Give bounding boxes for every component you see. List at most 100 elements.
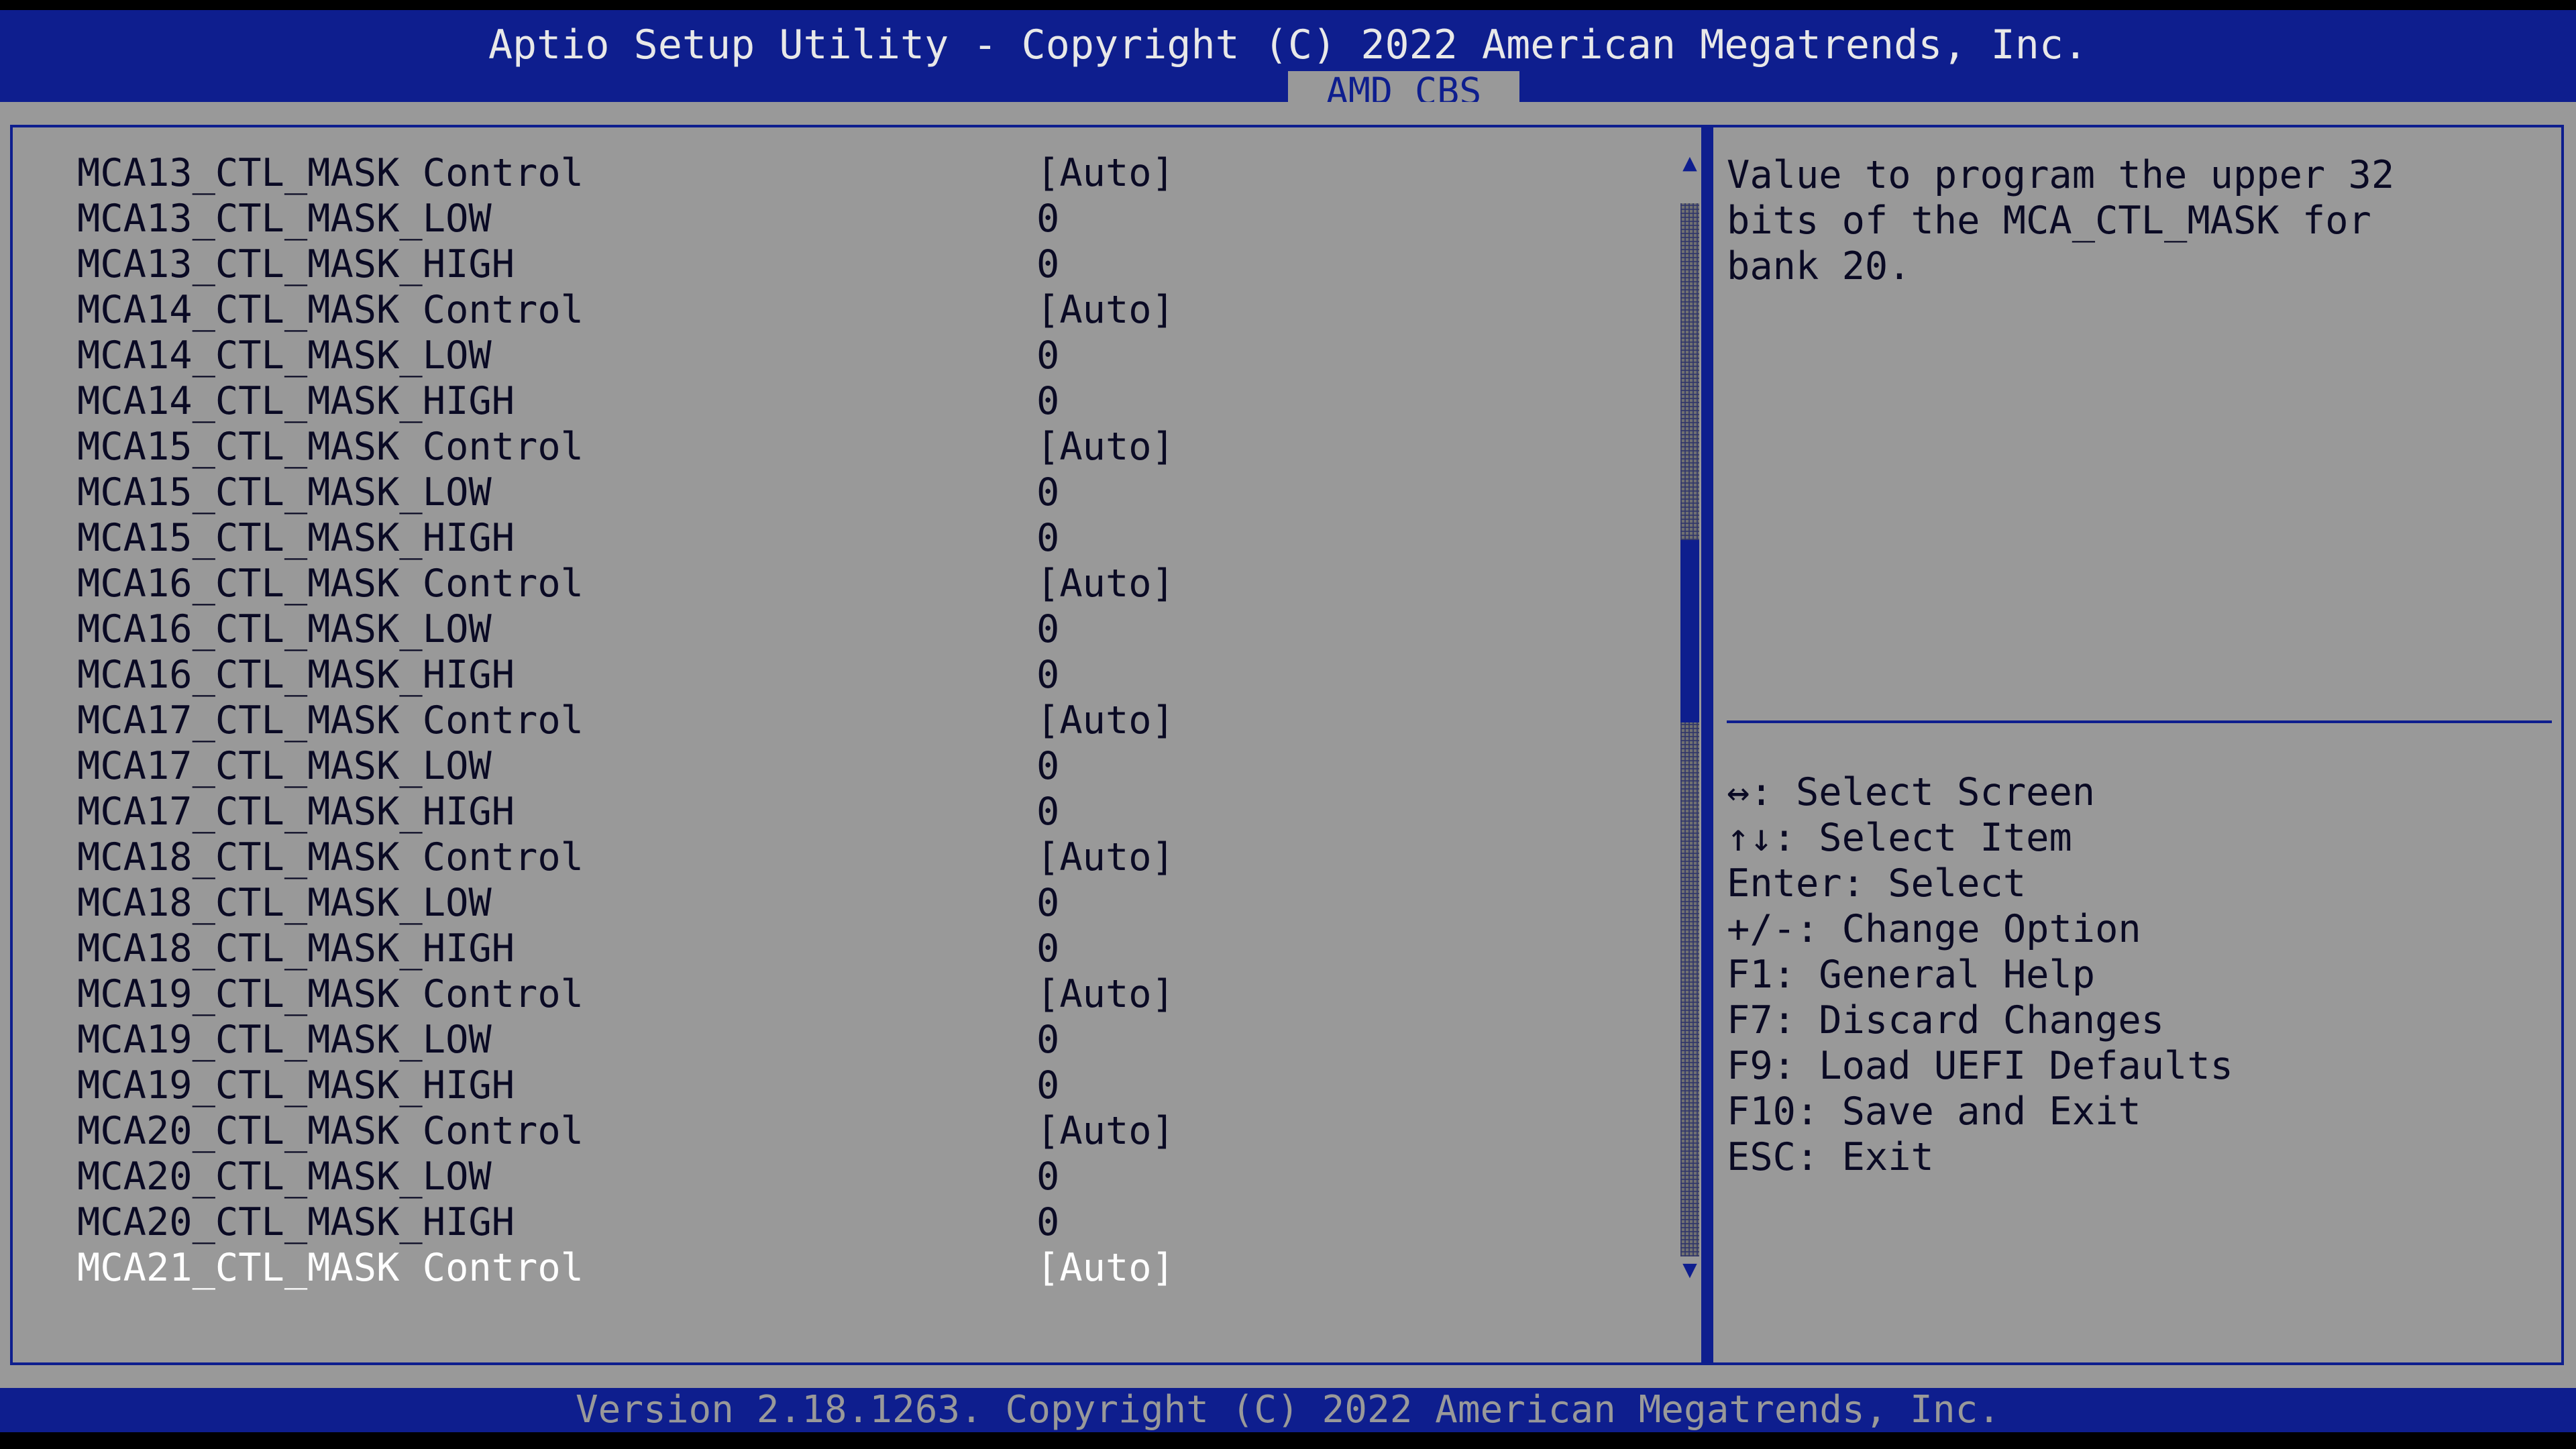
setting-label: MCA16_CTL_MASK_LOW bbox=[77, 607, 492, 651]
setting-label: MCA21_CTL_MASK Control bbox=[77, 1246, 584, 1290]
setting-row[interactable]: MCA16_CTL_MASK Control [Auto] bbox=[13, 561, 1650, 606]
key-action: Select Screen bbox=[1795, 770, 2096, 814]
key-hint: F10: Save and Exit bbox=[1727, 1089, 2545, 1134]
setting-row[interactable]: MCA15_CTL_MASK Control [Auto] bbox=[13, 424, 1650, 470]
setting-label: MCA16_CTL_MASK Control bbox=[77, 561, 584, 606]
setting-row[interactable]: MCA18_CTL_MASK Control [Auto] bbox=[13, 835, 1650, 880]
help-description: Value to program the upper 32 bits of th… bbox=[1727, 153, 2395, 288]
setting-value[interactable]: 0 bbox=[1036, 789, 1059, 835]
setting-value[interactable]: [Auto] bbox=[1036, 971, 1175, 1017]
key-hint: ↔: Select Screen bbox=[1727, 769, 2545, 815]
key-action: Select bbox=[1888, 861, 2027, 906]
setting-value[interactable]: [Auto] bbox=[1036, 835, 1175, 880]
setting-label: MCA18_CTL_MASK_HIGH bbox=[77, 926, 515, 971]
title-bar: Aptio Setup Utility - Copyright (C) 2022… bbox=[0, 10, 2576, 112]
setting-value[interactable]: 0 bbox=[1036, 880, 1059, 926]
scroll-track[interactable] bbox=[1680, 203, 1699, 1256]
setting-value[interactable]: 0 bbox=[1036, 241, 1059, 287]
setting-value[interactable]: 0 bbox=[1036, 652, 1059, 698]
setting-value[interactable]: 0 bbox=[1036, 926, 1059, 971]
key-action: Load UEFI Defaults bbox=[1819, 1044, 2233, 1088]
key-hint: ↑↓: Select Item bbox=[1727, 815, 2545, 861]
setting-row[interactable]: MCA14_CTL_MASK Control [Auto] bbox=[13, 287, 1650, 333]
setting-row[interactable]: MCA19_CTL_MASK Control [Auto] bbox=[13, 971, 1650, 1017]
setting-label: MCA14_CTL_MASK_HIGH bbox=[77, 379, 515, 423]
setting-label: MCA20_CTL_MASK_HIGH bbox=[77, 1200, 515, 1244]
setting-row[interactable]: MCA16_CTL_MASK_HIGH 0 bbox=[13, 652, 1650, 698]
setting-label: MCA16_CTL_MASK_HIGH bbox=[77, 653, 515, 697]
app-title: Aptio Setup Utility - Copyright (C) 2022… bbox=[488, 21, 2088, 68]
setting-row[interactable]: MCA15_CTL_MASK_HIGH 0 bbox=[13, 515, 1650, 561]
key-action: Change Option bbox=[1841, 907, 2141, 951]
setting-row[interactable]: MCA14_CTL_MASK_LOW 0 bbox=[13, 333, 1650, 378]
setting-value[interactable]: [Auto] bbox=[1036, 1245, 1175, 1291]
setting-row[interactable]: MCA19_CTL_MASK_LOW 0 bbox=[13, 1017, 1650, 1063]
setting-label: MCA19_CTL_MASK_HIGH bbox=[77, 1063, 515, 1108]
setting-value[interactable]: [Auto] bbox=[1036, 561, 1175, 606]
setting-row[interactable]: MCA17_CTL_MASK Control [Auto] bbox=[13, 698, 1650, 743]
setting-value[interactable]: [Auto] bbox=[1036, 287, 1175, 333]
key-action: Exit bbox=[1841, 1135, 1934, 1179]
setting-value[interactable]: [Auto] bbox=[1036, 150, 1175, 196]
key-legend: ↔: Select Screen ↑↓: Select Item Enter: Se… bbox=[1727, 769, 2545, 1180]
setting-label: MCA17_CTL_MASK_LOW bbox=[77, 744, 492, 788]
setting-value[interactable]: 0 bbox=[1036, 743, 1059, 789]
setting-label: MCA14_CTL_MASK Control bbox=[77, 288, 584, 332]
setting-value[interactable]: 0 bbox=[1036, 470, 1059, 515]
setting-value[interactable]: [Auto] bbox=[1036, 698, 1175, 743]
key-action: General Help bbox=[1819, 953, 2096, 997]
setting-row[interactable]: MCA13_CTL_MASK Control [Auto] bbox=[13, 150, 1650, 196]
setting-row[interactable]: MCA14_CTL_MASK_HIGH 0 bbox=[13, 378, 1650, 424]
setting-value[interactable]: [Auto] bbox=[1036, 424, 1175, 470]
arrow-down-icon[interactable]: ▼ bbox=[1674, 1256, 1705, 1283]
setting-row[interactable]: MCA20_CTL_MASK Control [Auto] bbox=[13, 1108, 1650, 1154]
setting-row[interactable]: MCA17_CTL_MASK_LOW 0 bbox=[13, 743, 1650, 789]
scroll-thumb[interactable] bbox=[1680, 540, 1699, 722]
setting-label: MCA19_CTL_MASK Control bbox=[77, 972, 584, 1016]
panel-divider bbox=[1704, 125, 1711, 1365]
setting-value[interactable]: 0 bbox=[1036, 515, 1059, 561]
setting-row[interactable]: MCA16_CTL_MASK_LOW 0 bbox=[13, 606, 1650, 652]
key-name: F10: bbox=[1727, 1089, 1819, 1134]
setting-row[interactable]: MCA21_CTL_MASK Control [Auto] bbox=[13, 1245, 1650, 1291]
key-name: F9: bbox=[1727, 1044, 1796, 1088]
setting-label: MCA15_CTL_MASK_LOW bbox=[77, 470, 492, 515]
setting-value[interactable]: 0 bbox=[1036, 1154, 1059, 1199]
setting-value[interactable]: 0 bbox=[1036, 606, 1059, 652]
setting-row[interactable]: MCA18_CTL_MASK_HIGH 0 bbox=[13, 926, 1650, 971]
setting-label: MCA15_CTL_MASK Control bbox=[77, 425, 584, 469]
setting-label: MCA13_CTL_MASK_HIGH bbox=[77, 242, 515, 286]
setting-label: MCA17_CTL_MASK_HIGH bbox=[77, 790, 515, 834]
setting-row[interactable]: MCA13_CTL_MASK_LOW 0 bbox=[13, 196, 1650, 241]
setting-value[interactable]: 0 bbox=[1036, 196, 1059, 241]
setting-label: MCA17_CTL_MASK Control bbox=[77, 698, 584, 743]
key-hint: +/-: Change Option bbox=[1727, 906, 2545, 952]
key-hint: ESC: Exit bbox=[1727, 1134, 2545, 1180]
settings-scrollbar[interactable]: ▲ ▼ bbox=[1674, 150, 1705, 1290]
setting-label: MCA15_CTL_MASK_HIGH bbox=[77, 516, 515, 560]
setting-label: MCA14_CTL_MASK_LOW bbox=[77, 333, 492, 378]
setting-value[interactable]: 0 bbox=[1036, 333, 1059, 378]
setting-value[interactable]: 0 bbox=[1036, 1063, 1059, 1108]
setting-row[interactable]: MCA20_CTL_MASK_HIGH 0 bbox=[13, 1199, 1650, 1245]
key-name: ESC: bbox=[1727, 1135, 1819, 1179]
setting-value[interactable]: 0 bbox=[1036, 378, 1059, 424]
key-name: ↔: bbox=[1727, 770, 1773, 814]
setting-row[interactable]: MCA20_CTL_MASK_LOW 0 bbox=[13, 1154, 1650, 1199]
setting-row[interactable]: MCA17_CTL_MASK_HIGH 0 bbox=[13, 789, 1650, 835]
setting-row[interactable]: MCA13_CTL_MASK_HIGH 0 bbox=[13, 241, 1650, 287]
arrow-up-icon[interactable]: ▲ bbox=[1674, 150, 1705, 176]
setting-row[interactable]: MCA18_CTL_MASK_LOW 0 bbox=[13, 880, 1650, 926]
help-panel: Value to program the upper 32 bits of th… bbox=[1711, 125, 2564, 1365]
setting-row[interactable]: MCA19_CTL_MASK_HIGH 0 bbox=[13, 1063, 1650, 1108]
key-action: Save and Exit bbox=[1841, 1089, 2141, 1134]
key-action: Discard Changes bbox=[1819, 998, 2165, 1042]
settings-panel: MCA13_CTL_MASK Control [Auto] MCA13_CTL_MA… bbox=[10, 125, 1704, 1365]
key-name: F7: bbox=[1727, 998, 1796, 1042]
key-hint: Enter: Select bbox=[1727, 861, 2545, 906]
setting-value[interactable]: 0 bbox=[1036, 1199, 1059, 1245]
setting-value[interactable]: [Auto] bbox=[1036, 1108, 1175, 1154]
setting-label: MCA20_CTL_MASK Control bbox=[77, 1109, 584, 1153]
setting-row[interactable]: MCA15_CTL_MASK_LOW 0 bbox=[13, 470, 1650, 515]
setting-value[interactable]: 0 bbox=[1036, 1017, 1059, 1063]
